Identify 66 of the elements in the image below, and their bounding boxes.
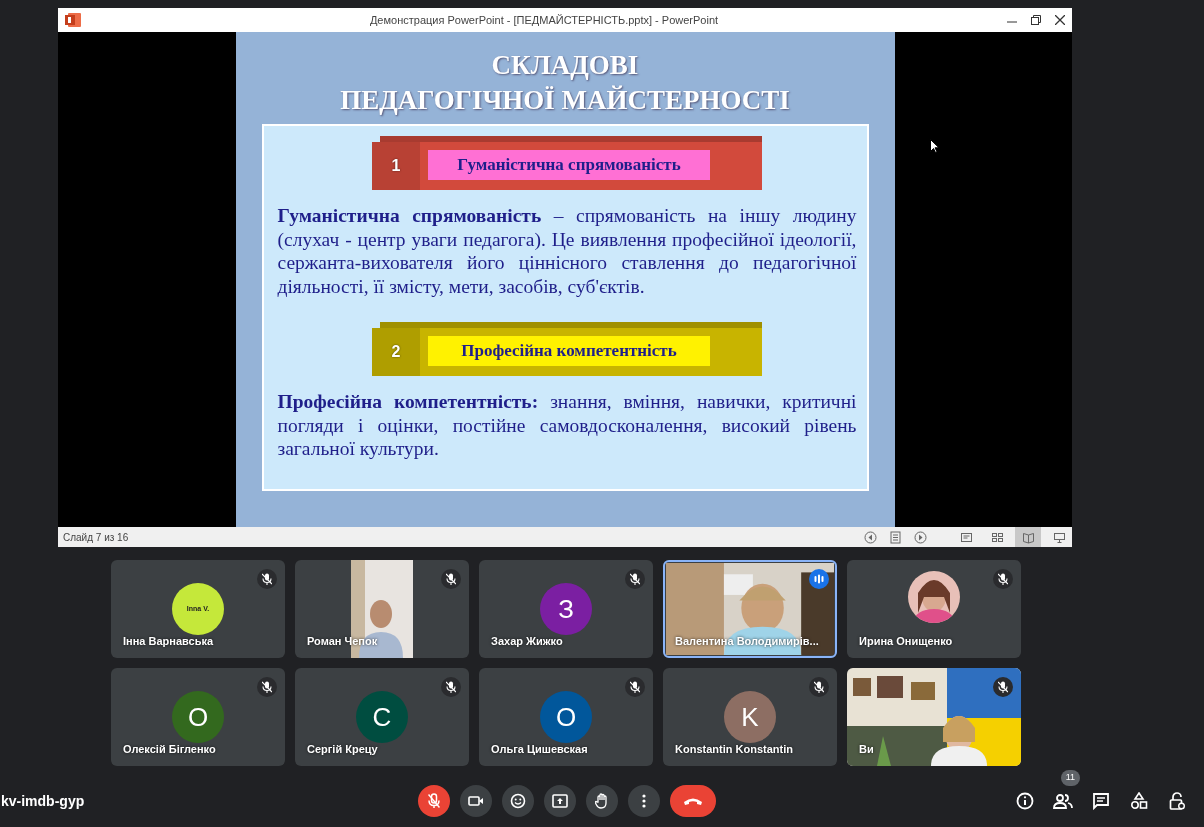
avatar: K [724, 691, 776, 743]
slide-title-line: СКЛАДОВІ [490, 49, 640, 82]
participant-count: 11 [1060, 770, 1080, 786]
mic-off-icon [446, 573, 456, 585]
banner-number: 2 [372, 328, 420, 376]
meeting-code: kv-imdb-gyp [0, 791, 86, 811]
slide-counter: Слайд 7 из 16 [63, 530, 130, 545]
page-icon [959, 530, 973, 544]
info-icon [1016, 792, 1034, 810]
raise-hand-button[interactable] [586, 785, 618, 817]
phone-icon [683, 796, 703, 806]
mic-off-icon [998, 681, 1008, 693]
avatar: О [540, 691, 592, 743]
grid-icon [990, 530, 1004, 544]
reading-view-button[interactable] [1015, 527, 1041, 547]
more-options-button[interactable] [628, 785, 660, 817]
mic-off-icon [630, 681, 640, 693]
mic-off-icon [630, 573, 640, 585]
participant-name: Інна Варнавська [123, 633, 214, 649]
participant-name: Konstantin Konstantin [675, 741, 793, 757]
participant-name: Захар Жижко [491, 633, 563, 649]
restore-icon[interactable] [1031, 15, 1041, 25]
mic-off-icon [814, 681, 824, 693]
participant-name: Олексій Бігленко [123, 741, 216, 757]
paragraph: Професійна компетентність: знання, вміння, навички, критичні погляди і оцінки, постійне самовдосконалення, високий рівень загальної культури. [277, 390, 857, 461]
present-button[interactable] [544, 785, 576, 817]
mic-off-icon [446, 681, 456, 693]
hand-icon [595, 793, 609, 809]
next-icon[interactable] [914, 530, 927, 544]
powerpoint-icon [65, 13, 81, 27]
people-icon [1053, 793, 1073, 809]
participant-name: Ирина Онищенко [859, 633, 953, 649]
banner-label: Гуманістична спрямованість [428, 150, 710, 180]
end-call-button[interactable] [670, 785, 716, 817]
projector-icon [1052, 530, 1066, 544]
previous-icon[interactable] [864, 530, 877, 544]
banner-number: 1 [372, 142, 420, 190]
participant-name: Ольга Цишевская [491, 741, 588, 757]
book-icon [1021, 530, 1035, 544]
banner-label: Професійна компетентність [428, 336, 710, 366]
notes-icon[interactable] [889, 530, 902, 544]
avatar: О [172, 691, 224, 743]
avatar: С [356, 691, 408, 743]
paragraph: Гуманістична спрямованість – спрямованість на іншу людину (слухач - центр уваги педагога). Це виявлення професійної ідеології, сержанта-вихователя його ціннісного ставлення до педагогічної діяльності, її змісту, мети, засобів, суб'єктів. [277, 204, 857, 298]
emoji-button[interactable] [502, 785, 534, 817]
mic-off-icon [262, 681, 272, 693]
mic-off-icon [262, 573, 272, 585]
audio-bars-icon [814, 574, 824, 584]
smiley-icon [510, 793, 526, 809]
lock-icon [1169, 792, 1185, 810]
avatar: З [540, 583, 592, 635]
mic-off-icon [428, 793, 440, 809]
slide-title-line: ПЕДАГОГІЧНОЇ МАЙСТЕРНОСТІ [340, 84, 790, 117]
chat-icon [1092, 792, 1110, 810]
present-screen-icon [552, 794, 568, 808]
camera-icon [468, 795, 484, 807]
more-icon [642, 794, 646, 808]
shapes-icon [1130, 792, 1148, 810]
participant-name: Сергій Крецу [307, 741, 378, 757]
window-title: Демонстрация PowerPoint - [ПЕДМАЙСТЕРНІСТЬ.pptx] - PowerPoint [368, 12, 720, 28]
participant-name: Ви [859, 741, 874, 757]
camera-button[interactable] [460, 785, 492, 817]
mouse-cursor-icon [930, 139, 939, 153]
mic-off-icon [998, 573, 1008, 585]
close-icon[interactable] [1055, 15, 1065, 25]
microphone-button[interactable] [418, 785, 450, 817]
